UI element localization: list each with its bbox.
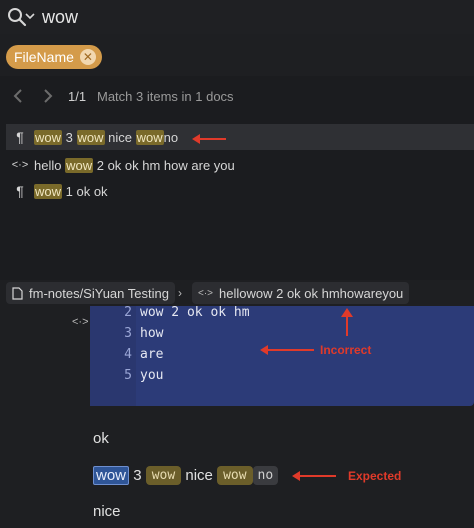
highlight: wow [76,129,105,145]
annotation-arrow [192,133,226,145]
paragraph-expected[interactable]: wow 3 wow nice wow no [93,466,279,485]
breadcrumb-block[interactable]: <·> hellowow 2 ok ok hmhowareyou [192,282,410,304]
code-line: you [140,368,164,383]
text: 3 [65,129,73,145]
code-line: are [140,347,164,362]
code-line: wow 2 ok ok hm [140,305,250,320]
document-icon [12,286,23,300]
highlight: wow [34,183,63,199]
text: 2 ok ok hm how are you [96,157,235,173]
breadcrumb-block-label: hellowow 2 ok ok hmhowareyou [219,285,404,301]
text: nice [108,129,132,145]
text: 1 ok ok [65,183,108,199]
result-row[interactable]: ¶ wow 3 wow nice wow no [6,124,474,150]
embed-icon: <·> [11,159,29,171]
line-number: 5 [124,368,132,383]
search-input[interactable]: wow [42,7,78,28]
embed-icon: <·> [72,316,89,328]
next-page-icon[interactable] [40,87,56,105]
selected-text: wow [93,466,130,485]
paragraph-ok[interactable]: ok [93,430,109,447]
code-line: how [140,326,164,341]
previous-page-icon[interactable] [10,87,26,105]
line-number: 4 [124,347,132,362]
match-count: Match 3 items in 1 docs [97,89,234,104]
close-icon[interactable]: ✕ [79,49,96,65]
annotation-incorrect: Incorrect [320,343,372,357]
text: hello [34,157,62,173]
line-number: 2 [124,305,132,320]
filter-chip-label: FileName [14,49,74,65]
highlight: wow [65,157,94,173]
inline-code: no [252,466,279,485]
annotation-arrow [340,308,354,336]
breadcrumb-doc[interactable]: fm-notes/SiYuan Testing [6,282,175,304]
pager-text: 1/1 [68,89,87,104]
highlight: wow [217,466,253,485]
annotation-expected: Expected [348,469,402,483]
highlight: wow [135,129,164,145]
result-row[interactable]: <·> hello wow 2 ok ok hm how are you [6,152,474,178]
text: no [163,129,179,145]
breadcrumb-doc-label: fm-notes/SiYuan Testing [29,285,169,301]
result-row[interactable]: ¶ wow 1 ok ok [6,178,474,204]
text: nice [185,467,213,484]
annotation-arrow [292,470,336,482]
text: 3 [133,467,142,484]
line-number: 3 [124,326,132,341]
paragraph-icon: ¶ [16,129,24,145]
embed-icon: <·> [198,287,214,299]
filter-chip[interactable]: FileName ✕ [6,45,102,69]
chevron-down-icon[interactable] [24,10,36,22]
highlight: wow [34,129,63,145]
paragraph-icon: ¶ [16,183,24,199]
highlight: wow [145,466,182,485]
paragraph-nice[interactable]: nice [93,503,121,520]
chevron-right-icon: › [178,286,182,300]
annotation-arrow [260,344,314,356]
